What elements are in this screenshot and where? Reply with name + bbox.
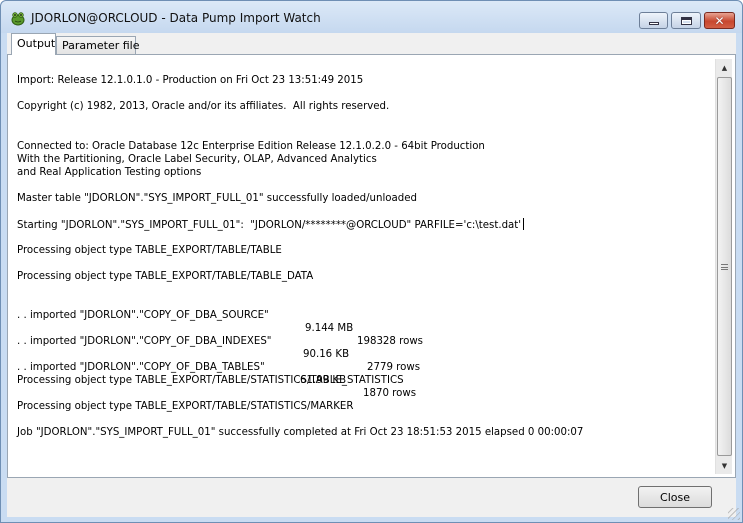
maximize-button[interactable]: [671, 12, 701, 29]
output-line: Job "JDORLON"."SYS_IMPORT_FULL_01" succe…: [17, 427, 584, 438]
window-client-area: Output Parameter file Import: Release 12…: [7, 33, 736, 517]
output-line: Import: Release 12.1.0.1.0 - Production …: [17, 75, 364, 86]
output-line: Master table "JDORLON"."SYS_IMPORT_FULL_…: [17, 193, 417, 204]
scroll-down-button[interactable]: ▼: [716, 457, 733, 474]
close-icon: ✕: [714, 13, 725, 28]
close-button[interactable]: Close: [638, 486, 712, 508]
minimize-icon: [648, 22, 659, 25]
output-panel: Import: Release 12.1.0.1.0 - Production …: [7, 54, 736, 478]
window-title: JDORLON@ORCLOUD - Data Pump Import Watch: [31, 11, 321, 25]
output-line: Processing object type TABLE_EXPORT/TABL…: [17, 401, 354, 412]
import-table-name: . . imported "JDORLON"."COPY_OF_DBA_SOUR…: [17, 310, 269, 321]
output-line-with-caret: Starting "JDORLON"."SYS_IMPORT_FULL_01":…: [17, 218, 525, 232]
tab-parameter-file[interactable]: Parameter file: [56, 36, 139, 55]
output-line: Processing object type TABLE_EXPORT/TABL…: [17, 245, 282, 256]
vertical-scrollbar[interactable]: ▲ ▼: [715, 59, 732, 474]
arrow-up-icon: ▲: [721, 63, 728, 72]
text-caret: [523, 218, 525, 230]
maximize-icon: [680, 16, 692, 25]
grip-icon: [721, 263, 728, 270]
minimize-button[interactable]: [639, 12, 668, 29]
window-close-button[interactable]: ✕: [704, 12, 735, 29]
tab-output[interactable]: Output: [11, 33, 56, 55]
output-text-area[interactable]: Import: Release 12.1.0.1.0 - Production …: [11, 59, 716, 473]
import-table-name: . . imported "JDORLON"."COPY_OF_DBA_TABL…: [17, 362, 265, 373]
output-line: With the Partitioning, Oracle Label Secu…: [17, 154, 377, 165]
frog-app-icon: [11, 12, 25, 26]
title-bar[interactable]: JDORLON@ORCLOUD - Data Pump Import Watch…: [1, 1, 742, 33]
scrollbar-thumb[interactable]: [717, 77, 732, 456]
output-line: Processing object type TABLE_EXPORT/TABL…: [17, 271, 314, 282]
import-watch-window: JDORLON@ORCLOUD - Data Pump Import Watch…: [0, 0, 743, 523]
output-line: and Real Application Testing options: [17, 167, 202, 178]
resize-grip[interactable]: [728, 508, 740, 520]
output-line: Copyright (c) 1982, 2013, Oracle and/or …: [17, 101, 390, 112]
output-line-text: Starting "JDORLON"."SYS_IMPORT_FULL_01":…: [17, 220, 522, 231]
output-line: Connected to: Oracle Database 12c Enterp…: [17, 141, 485, 152]
scroll-up-button[interactable]: ▲: [716, 59, 733, 76]
arrow-down-icon: ▼: [721, 461, 728, 470]
import-table-name: . . imported "JDORLON"."COPY_OF_DBA_INDE…: [17, 336, 272, 347]
import-rows: 1870 rows: [363, 388, 417, 399]
output-line: Processing object type TABLE_EXPORT/TABL…: [17, 375, 404, 386]
